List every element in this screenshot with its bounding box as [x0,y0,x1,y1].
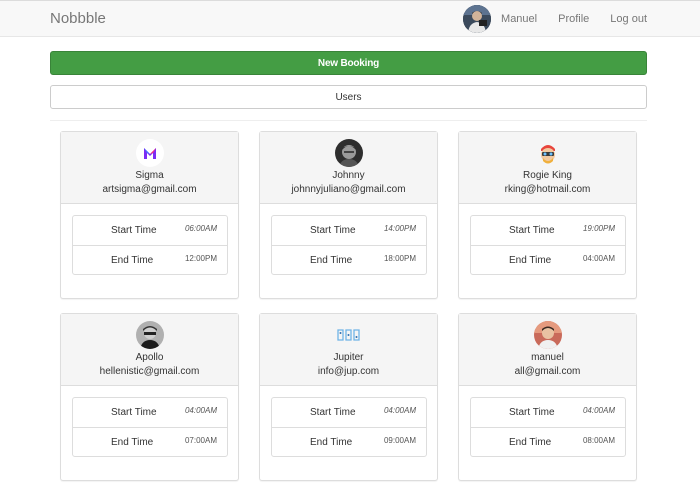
user-card: Rogie King rking@hotmail.com Start Time … [458,131,637,299]
end-time-value: 04:00AM [582,254,615,263]
end-time-value: 09:00AM [383,436,416,445]
user-card-header: Sigma artsigma@gmail.com [61,132,238,204]
jupiter-logo-icon [335,321,363,349]
end-time-row: End Time 12:00PM [73,245,227,274]
time-list: Start Time 04:00AM End Time 09:00AM [271,397,427,457]
user-name: Johnny [332,170,365,181]
end-time-row: End Time 07:00AM [73,427,227,456]
user-email: artsigma@gmail.com [102,184,197,195]
start-time-label: Start Time [111,407,157,418]
time-list: Start Time 04:00AM End Time 07:00AM [72,397,228,457]
end-time-row: End Time 09:00AM [272,427,426,456]
start-time-value: 04:00AM [582,406,615,415]
start-time-row: Start Time 04:00AM [272,398,426,427]
nav-right: Manuel Profile Log out [463,1,700,37]
nav-logout-link[interactable]: Log out [610,13,647,25]
user-name: Jupiter [333,352,364,363]
user-card-header: Jupiter info@jup.com [260,314,437,386]
start-time-label: Start Time [509,407,555,418]
start-time-row: Start Time 06:00AM [73,216,227,245]
brand-logo[interactable]: Nobbble [50,10,106,27]
user-name: manuel [531,352,564,363]
user-card: manuel all@gmail.com Start Time 04:00AM … [458,313,637,481]
nav-user-link[interactable]: Manuel [501,13,537,25]
user-avatar [534,321,562,349]
user-email: johnnyjuliano@gmail.com [291,184,406,195]
end-time-label: End Time [111,437,154,448]
user-card-header: manuel all@gmail.com [459,314,636,386]
user-email: info@jup.com [317,366,380,377]
user-card: Apollo hellenistic@gmail.com Start Time … [60,313,239,481]
start-time-value: 06:00AM [184,224,217,233]
end-time-row: End Time 04:00AM [471,245,625,274]
user-card-header: Rogie King rking@hotmail.com [459,132,636,204]
user-card-header: Johnny johnnyjuliano@gmail.com [260,132,437,204]
user-email: rking@hotmail.com [504,184,591,195]
user-name: Apollo [135,352,164,363]
start-time-label: Start Time [310,225,356,236]
end-time-value: 18:00PM [383,254,416,263]
start-time-value: 04:00AM [383,406,416,415]
end-time-row: End Time 08:00AM [471,427,625,456]
user-avatar [136,321,164,349]
user-card: Johnny johnnyjuliano@gmail.com Start Tim… [259,131,438,299]
time-list: Start Time 04:00AM End Time 08:00AM [470,397,626,457]
start-time-value: 04:00AM [184,406,217,415]
sigma-logo-icon [136,139,164,167]
end-time-label: End Time [509,437,552,448]
end-time-label: End Time [111,255,154,266]
user-avatar [335,139,363,167]
users-button[interactable]: Users [50,85,647,109]
time-list: Start Time 19:00PM End Time 04:00AM [470,215,626,275]
start-time-row: Start Time 14:00PM [272,216,426,245]
user-name: Sigma [135,170,164,181]
end-time-value: 07:00AM [184,436,217,445]
user-card-header: Apollo hellenistic@gmail.com [61,314,238,386]
user-card: Jupiter info@jup.com Start Time 04:00AM … [259,313,438,481]
user-email: all@gmail.com [514,366,581,377]
end-time-label: End Time [310,255,353,266]
start-time-label: Start Time [509,225,555,236]
start-time-label: Start Time [310,407,356,418]
end-time-label: End Time [310,437,353,448]
time-list: Start Time 14:00PM End Time 18:00PM [271,215,427,275]
nav-profile-link[interactable]: Profile [558,13,589,25]
start-time-row: Start Time 19:00PM [471,216,625,245]
end-time-value: 12:00PM [184,254,217,263]
start-time-row: Start Time 04:00AM [471,398,625,427]
divider [50,120,647,121]
user-name: Rogie King [523,170,572,181]
start-time-value: 19:00PM [582,224,615,233]
navbar: Nobbble Manuel Profile Log out [0,0,700,37]
start-time-row: Start Time 04:00AM [73,398,227,427]
user-email: hellenistic@gmail.com [99,366,200,377]
end-time-value: 08:00AM [582,436,615,445]
new-booking-button[interactable]: New Booking [50,51,647,75]
start-time-label: Start Time [111,225,157,236]
end-time-label: End Time [509,255,552,266]
user-avatar [534,139,562,167]
end-time-row: End Time 18:00PM [272,245,426,274]
user-avatar[interactable] [463,5,492,33]
start-time-value: 14:00PM [383,224,416,233]
time-list: Start Time 06:00AM End Time 12:00PM [72,215,228,275]
user-card: Sigma artsigma@gmail.com Start Time 06:0… [60,131,239,299]
